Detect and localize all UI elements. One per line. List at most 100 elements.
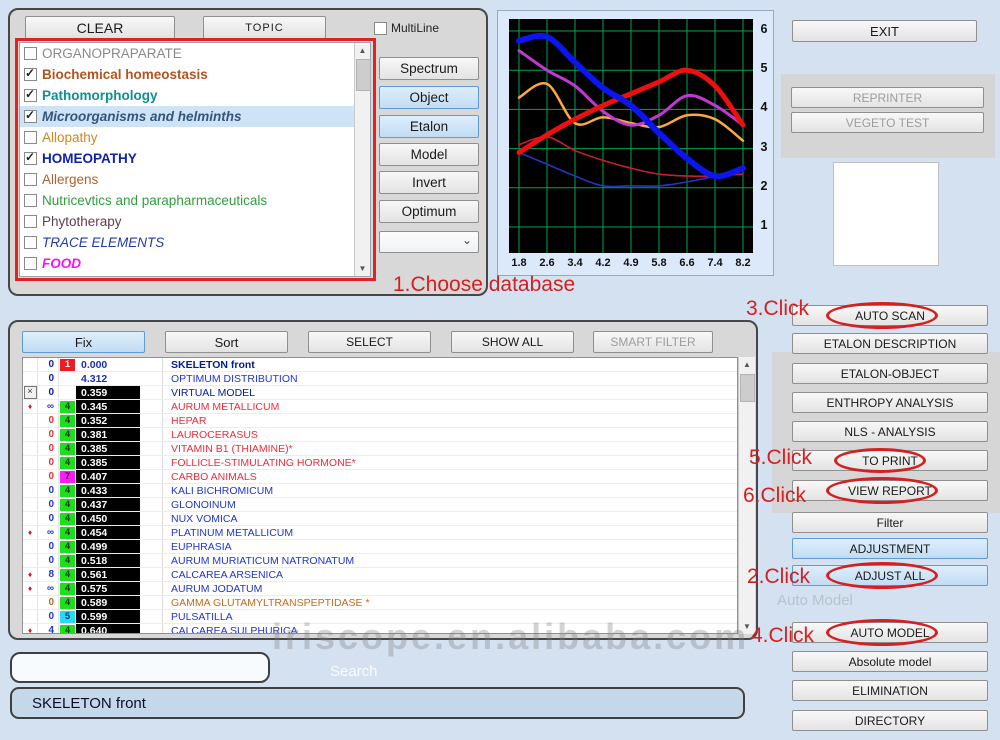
category-checkbox[interactable] [24,236,37,249]
row-badge: 4 [59,582,76,595]
action-button-enthropy-analysis[interactable]: ENTHROPY ANALYSIS [792,392,988,413]
table-row[interactable]: ×00.359VIRTUAL MODEL [23,386,737,400]
action-button-adjustment[interactable]: ADJUSTMENT [792,538,988,559]
category-checkbox[interactable] [24,110,37,123]
category-list-scrollbar[interactable] [354,43,370,276]
category-checkbox[interactable] [24,68,37,81]
action-button-view-report[interactable]: VIEW REPORT [792,480,988,501]
category-item[interactable]: TRACE ELEMENTS [20,232,370,253]
table-row[interactable]: 04.312OPTIMUM DISTRIBUTION [23,372,737,386]
category-checkbox[interactable] [24,131,37,144]
row-value: 0.352 [76,414,140,427]
scrollbar-thumb[interactable] [356,59,371,91]
action-button-etalon-description[interactable]: ETALON DESCRIPTION [792,333,988,354]
view-button-model[interactable]: Model [379,143,479,166]
category-item[interactable]: Phytotherapy [20,211,370,232]
category-item[interactable]: HOMEOPATHY [20,148,370,169]
row-badge: 5 [59,610,76,623]
scroll-down-icon[interactable] [355,261,370,276]
category-checkbox[interactable] [24,152,37,165]
view-button-optimum[interactable]: Optimum [379,200,479,223]
table-row[interactable]: 040.499EUPHRASIA [23,540,737,554]
action-button-elimination[interactable]: ELIMINATION [792,680,988,701]
marker-cell [23,428,38,441]
action-button-adjust-all[interactable]: ADJUST ALL [792,565,988,586]
scrollbar-thumb[interactable] [740,374,755,402]
table-row[interactable]: 040.589GAMMA GLUTAMYLTRANSPEPTIDASE * [23,596,737,610]
row-count: 0 [38,442,59,455]
category-item[interactable]: Allopathy [20,127,370,148]
table-row[interactable]: 040.381LAUROCERASUS [23,428,737,442]
table-row[interactable]: 070.407CARBO ANIMALS [23,470,737,484]
category-item[interactable]: Nutricevtics and parapharmaceuticals [20,190,370,211]
action-button-nls-analysis[interactable]: NLS - ANALYSIS [792,421,988,442]
category-item[interactable]: Biochemical homeostasis [20,64,370,85]
search-input[interactable] [10,652,270,683]
action-button-absolute-model[interactable]: Absolute model [792,651,988,672]
row-badge: 4 [59,442,76,455]
remove-marker: × [23,386,38,399]
vegeto-test-button[interactable]: VEGETO TEST [791,112,984,133]
table-row[interactable]: 010.000SKELETON front [23,358,737,372]
table-row[interactable]: 040.352HEPAR [23,414,737,428]
category-checkbox[interactable] [24,47,37,60]
action-button-directory[interactable]: DIRECTORY [792,710,988,731]
table-row[interactable]: 040.518AURUM MURIATICUM NATRONATUM [23,554,737,568]
preview-box [833,162,939,266]
category-label: Microorganisms and helminths [42,109,242,124]
category-label: ORGANOPRAPARATE [42,46,182,61]
table-row[interactable]: 040.450NUX VOMICA [23,512,737,526]
table-row[interactable]: 040.385VITAMIN B1 (THIAMINE)* [23,442,737,456]
view-button-etalon[interactable]: Etalon [379,115,479,138]
row-badge: 4 [59,498,76,511]
topic-button[interactable]: TOPIC [203,16,326,39]
multiline-checkbox[interactable] [374,22,387,35]
table-button-show-all[interactable]: SHOW ALL [451,331,574,353]
table-button-fix[interactable]: Fix [22,331,145,353]
category-checkbox[interactable] [24,194,37,207]
table-row[interactable]: ♦∞40.454PLATINUM METALLICUM [23,526,737,540]
table-row[interactable]: ♦∞40.345AURUM METALLICUM [23,400,737,414]
action-button-filter[interactable]: Filter [792,512,988,533]
action-button-auto-scan[interactable]: AUTO SCAN [792,305,988,326]
table-row[interactable]: 040.433KALI BICHROMICUM [23,484,737,498]
database-category-list[interactable]: ORGANOPRAPARATE Biochemical homeostasisPa… [19,42,371,277]
row-name: OPTIMUM DISTRIBUTION [163,373,737,385]
category-checkbox[interactable] [24,215,37,228]
category-item[interactable]: Pathomorphology [20,85,370,106]
marker-cell [23,610,38,623]
etalon-table[interactable]: 010.000SKELETON front04.312OPTIMUM DISTR… [22,357,738,634]
row-value: 0.385 [76,456,140,469]
category-checkbox[interactable] [24,173,37,186]
table-row[interactable]: 040.385FOLLICLE-STIMULATING HORMONE* [23,456,737,470]
multiline-option[interactable]: MultiLine [374,21,439,35]
category-checkbox[interactable] [24,89,37,102]
table-button-select[interactable]: SELECT [308,331,431,353]
y-tick-label: 2 [756,179,772,193]
row-name: AURUM METALLICUM [163,401,737,413]
scroll-up-icon[interactable] [355,43,370,58]
category-item[interactable]: Microorganisms and helminths [20,106,370,127]
table-row[interactable]: 040.437GLONOINUM [23,498,737,512]
action-button-auto-model[interactable]: AUTO MODEL [792,622,988,643]
scroll-up-icon[interactable] [739,357,755,372]
x-tick-label: 4.2 [591,257,615,269]
view-button-object[interactable]: Object [379,86,479,109]
exit-button[interactable]: EXIT [792,20,977,42]
table-button-sort[interactable]: Sort [165,331,288,353]
preset-dropdown[interactable]: ⌄ [379,231,479,253]
category-item[interactable]: Allergens [20,169,370,190]
clear-button[interactable]: CLEAR [25,16,175,39]
category-checkbox[interactable] [24,257,37,270]
table-row[interactable]: ♦840.561CALCAREA ARSENICA [23,568,737,582]
row-value: 0.450 [76,512,140,525]
view-button-spectrum[interactable]: Spectrum [379,57,479,80]
category-item[interactable]: ORGANOPRAPARATE [20,43,370,64]
reprinter-button[interactable]: REPRINTER [791,87,984,108]
action-button-to-print[interactable]: TO PRINT [792,450,988,471]
table-button-smart-filter[interactable]: SMART FILTER [593,331,713,353]
view-button-invert[interactable]: Invert [379,171,479,194]
category-item[interactable]: FOOD [20,253,370,274]
action-button-etalon-object[interactable]: ETALON-OBJECT [792,363,988,384]
table-row[interactable]: ♦∞40.575AURUM JODATUM [23,582,737,596]
